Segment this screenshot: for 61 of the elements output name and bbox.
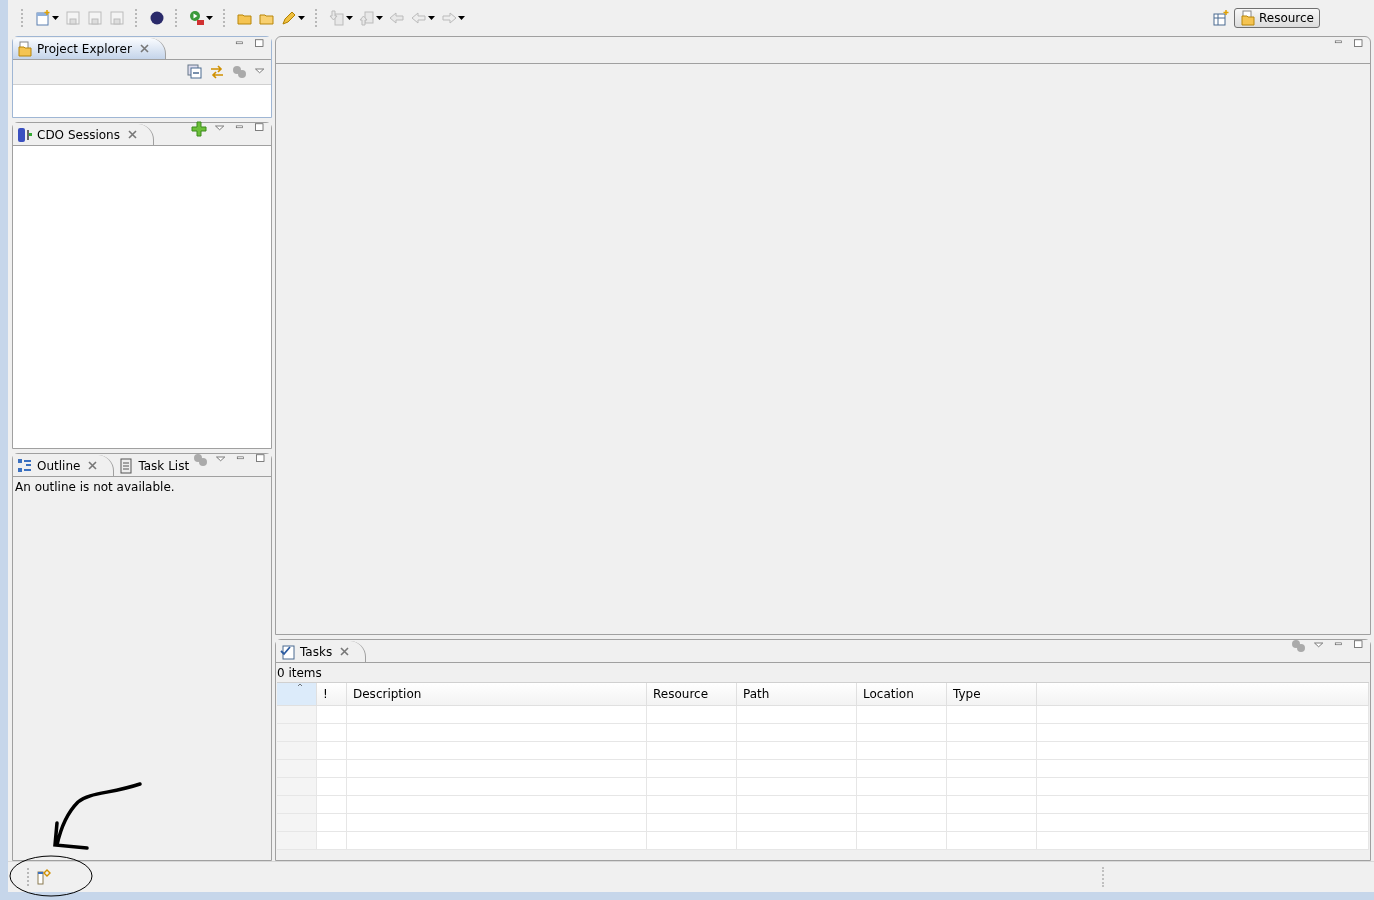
table-cell — [317, 814, 347, 832]
pen-button[interactable] — [280, 9, 306, 27]
run-button[interactable] — [188, 9, 214, 27]
up-arrow-document-icon — [359, 10, 375, 26]
table-cell — [317, 778, 347, 796]
fast-view-icon[interactable] — [36, 869, 52, 885]
dropdown-caret-icon[interactable] — [346, 16, 353, 20]
outline-message: An outline is not available. — [14, 479, 176, 496]
folder-icon — [1239, 10, 1256, 26]
column-header[interactable]: Location — [857, 683, 947, 706]
column-header[interactable]: Path — [737, 683, 857, 706]
pen-icon — [281, 10, 297, 26]
dropdown-caret-icon[interactable] — [458, 16, 465, 20]
previous-annotation-button[interactable] — [358, 9, 384, 27]
right-arrow-icon — [441, 10, 457, 26]
dropdown-caret-icon[interactable] — [206, 16, 213, 20]
document-icon — [118, 457, 135, 474]
table-cell — [317, 724, 347, 742]
dropdown-caret-icon[interactable] — [428, 16, 435, 20]
view-tab[interactable]: Task List — [114, 455, 193, 476]
new-button[interactable] — [34, 9, 60, 27]
gears-icon[interactable] — [192, 452, 209, 468]
run-icon — [189, 10, 205, 26]
database-icon — [17, 126, 33, 143]
table-cell — [317, 706, 347, 724]
folder-icon — [17, 40, 33, 57]
table-cell — [317, 796, 347, 814]
table-plus-icon — [1212, 10, 1229, 26]
collapse-all-icon[interactable] — [187, 64, 203, 80]
globe-button[interactable] — [148, 9, 166, 27]
add-icon[interactable] — [191, 121, 207, 137]
save-icon — [65, 10, 81, 26]
gears-icon[interactable] — [231, 64, 247, 80]
close-icon[interactable] — [127, 130, 137, 139]
left-arrow-icon — [389, 10, 405, 26]
open-perspective-button[interactable] — [1211, 9, 1230, 27]
table-cell — [317, 742, 347, 760]
column-header[interactable]: Resource — [647, 683, 737, 706]
close-icon[interactable] — [88, 461, 98, 470]
next-annotation-button[interactable] — [328, 9, 354, 27]
column-header[interactable]: ! — [317, 683, 347, 706]
globe-icon — [149, 10, 165, 26]
close-icon[interactable] — [340, 647, 350, 656]
down-arrow-document-icon — [329, 10, 345, 26]
table-cell — [317, 832, 347, 850]
task-check-icon — [280, 643, 296, 660]
item-count: 0 items — [276, 665, 323, 682]
column-header[interactable]: Type — [947, 683, 1037, 706]
new-file-icon — [35, 10, 51, 26]
dropdown-caret-icon[interactable] — [52, 16, 59, 20]
link-arrows-icon[interactable] — [209, 64, 225, 80]
gears-icon[interactable] — [1290, 638, 1306, 654]
dropdown-caret-icon[interactable] — [298, 16, 305, 20]
column-header[interactable]: Description — [347, 683, 647, 706]
perspective-button[interactable]: Resource — [1233, 8, 1320, 28]
close-icon[interactable] — [139, 44, 149, 53]
outline-icon — [17, 457, 33, 474]
view-tab[interactable]: Project Explorer — [13, 38, 166, 59]
dropdown-caret-icon[interactable] — [376, 16, 383, 20]
left-arrow-icon — [411, 10, 427, 26]
table-cell — [317, 760, 347, 778]
